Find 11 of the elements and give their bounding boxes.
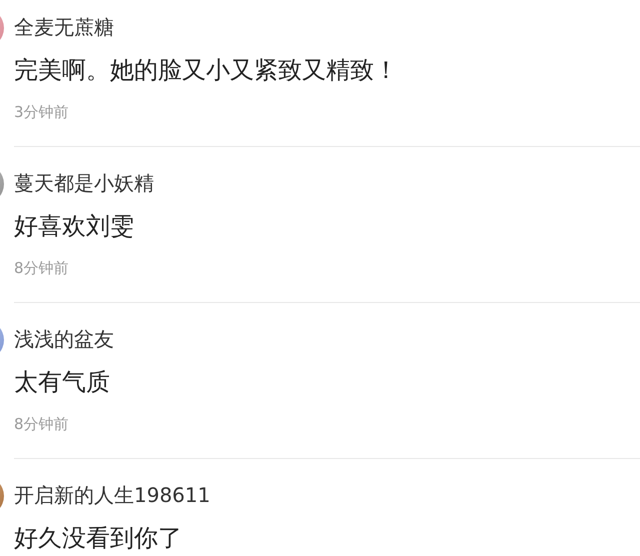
username[interactable]: 蔓天都是小妖精: [14, 168, 640, 198]
timestamp: 3分钟前: [14, 102, 70, 123]
username[interactable]: 开启新的人生198611: [14, 480, 640, 510]
comment-text: 完美啊。她的脸又小又紧致又精致！: [14, 55, 399, 86]
username[interactable]: 浅浅的盆友: [14, 324, 640, 354]
comment-text: 好喜欢刘雯: [14, 211, 135, 242]
comment-text: 太有气质: [14, 367, 111, 398]
comment-text: 好久没看到你了: [14, 523, 183, 554]
username[interactable]: 全麦无蔗糖: [14, 12, 640, 42]
timestamp: 8分钟前: [14, 258, 70, 279]
timestamp: 8分钟前: [14, 414, 70, 435]
